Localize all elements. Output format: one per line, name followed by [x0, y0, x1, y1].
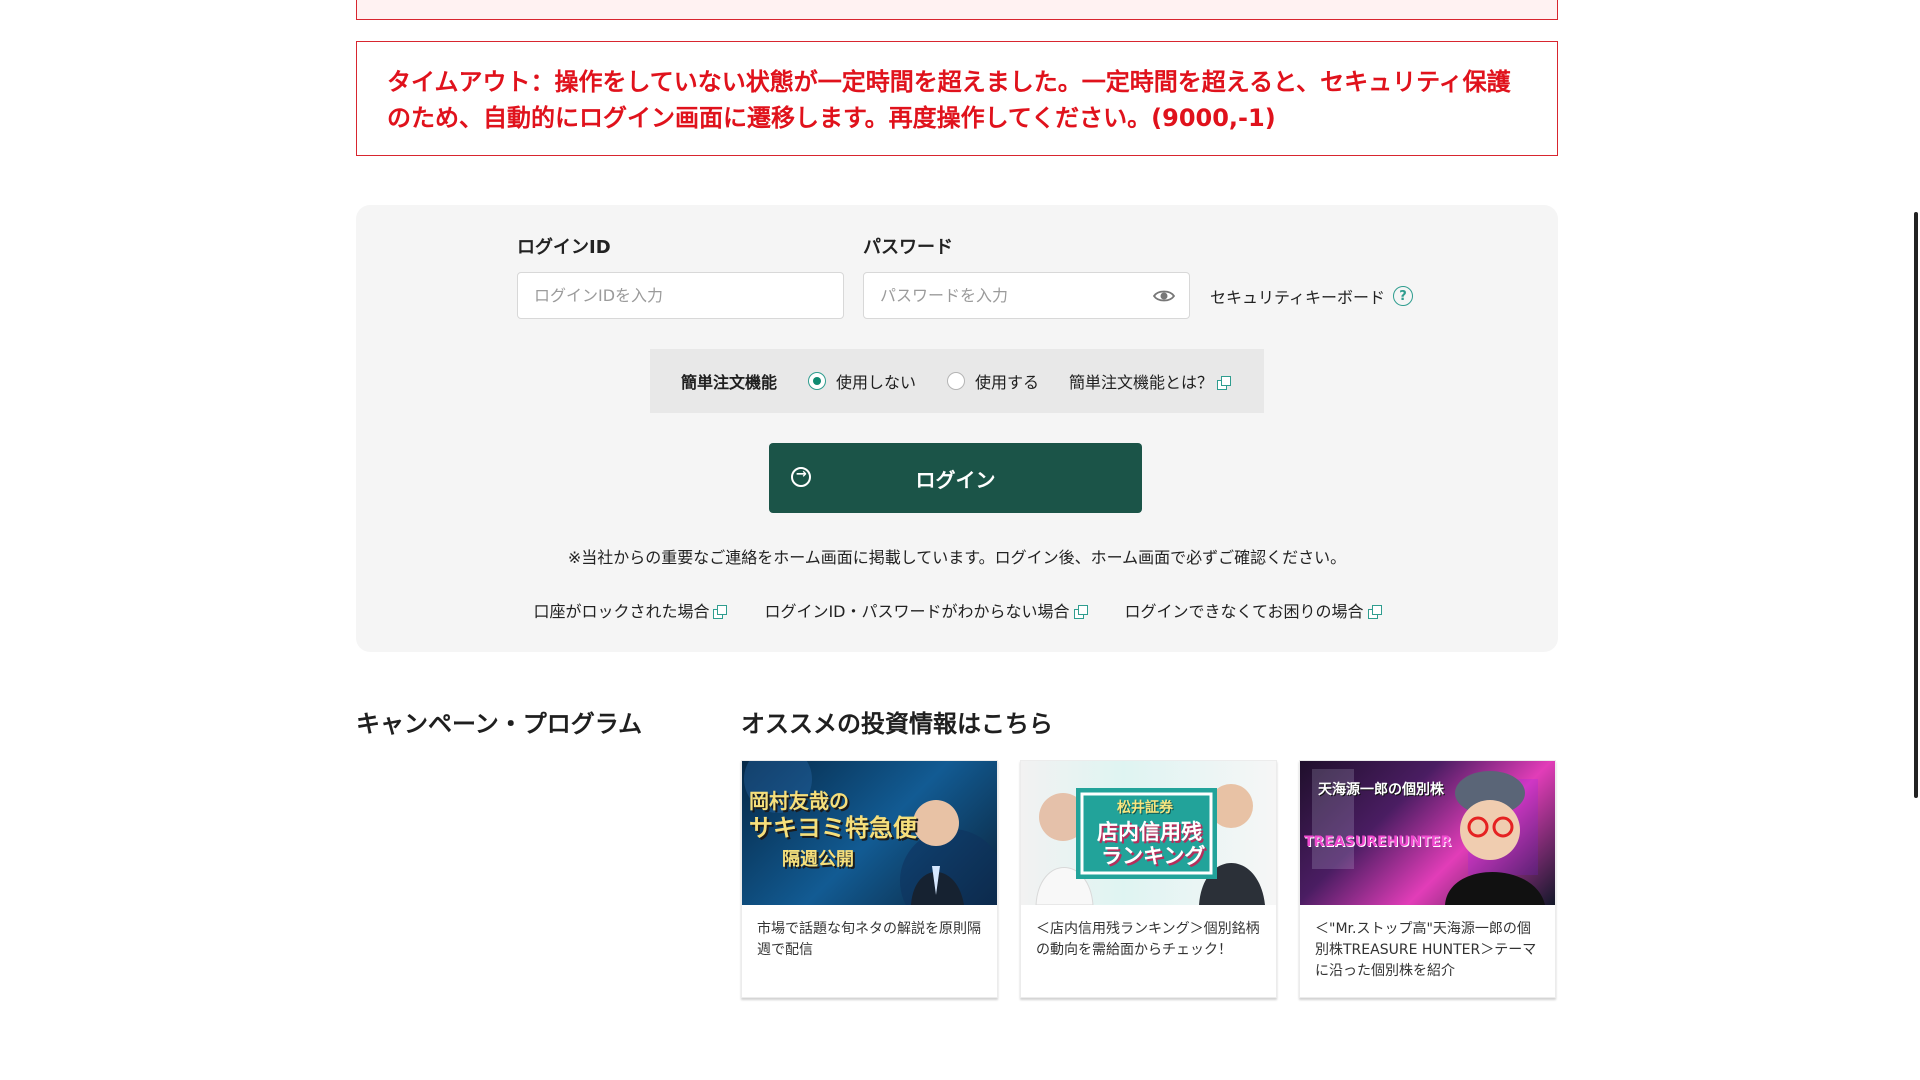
promo-banner-title-1: 天海源一郎の個別株 — [1318, 782, 1444, 798]
timeout-error-message: タイムアウト：操作をしていない状態が一定時間を超えました。一定時間を超えると、セ… — [356, 41, 1558, 156]
help-link-login-trouble[interactable]: ログインできなくてお困りの場合 — [1125, 598, 1382, 622]
recommendation-card-text: ＜店内信用残ランキング＞個別銘柄の動向を需給面からチェック！ — [1036, 921, 1260, 958]
promo-banner-title-2: TREASUREHUNTER — [1304, 834, 1452, 850]
radio-option-use[interactable]: 使用する — [947, 369, 1039, 393]
login-button[interactable]: ログイン — [769, 443, 1142, 513]
recommendation-card-text: ＜"Mr.ストップ高"天海源一郎の個別株TREASURE HUNTER＞テーマに… — [1315, 921, 1537, 979]
radio-button-use[interactable] — [947, 372, 966, 390]
security-keyboard-link[interactable]: セキュリティキーボード ? — [1210, 284, 1414, 308]
simple-order-label: 簡単注文機能 — [681, 373, 778, 392]
recommendations-section-title: オススメの投資情報はこちら — [741, 710, 1053, 738]
recommendation-card[interactable]: 天海源一郎の個別株 TREASUREHUNTER ＜"Mr.ストップ高"天海源一… — [1299, 760, 1556, 998]
simple-order-about-link[interactable]: 簡単注文機能とは？ — [1069, 369, 1232, 393]
radio-option-not-use[interactable]: 使用しない — [808, 369, 916, 393]
scrollbar-thumb[interactable] — [1914, 212, 1918, 798]
external-link-icon — [1217, 376, 1232, 390]
campaign-section-title: キャンペーン・プログラム — [356, 710, 643, 738]
external-link-icon — [1367, 605, 1382, 619]
recommendation-card[interactable]: 岡村友哉の サキヨミ特急便 隔週公開 市場で話題な旬ネタの解説を原則隔週で配信 — [741, 760, 998, 998]
promo-banner-subtitle: 隔週公開 — [782, 849, 854, 870]
simple-order-settings: 簡単注文機能 使用しない 使用する 簡単注文機能とは？ — [650, 349, 1264, 413]
simple-order-about-label: 簡単注文機能とは？ — [1069, 373, 1214, 392]
radio-label-use: 使用する — [975, 373, 1040, 392]
promo-banner-title-2: 店内信用残 — [1097, 820, 1202, 844]
help-icon[interactable]: ? — [1393, 286, 1414, 306]
password-input[interactable] — [863, 272, 1190, 319]
radio-label-not-use: 使用しない — [836, 373, 917, 392]
recommendation-card-image: 天海源一郎の個別株 TREASUREHUNTER — [1300, 761, 1555, 905]
login-id-label: ログインID — [517, 237, 611, 258]
login-panel: ログインID パスワード セキュリティキーボード ? 簡単注文機能 使用しない … — [356, 205, 1558, 652]
login-icon — [791, 467, 811, 487]
login-button-label: ログイン — [915, 467, 996, 492]
recommendation-card[interactable]: 松井証券 店内信用残 ランキング ＜店内信用残ランキング＞個別銘柄の動向を需給面… — [1020, 760, 1277, 998]
eye-icon[interactable] — [1153, 289, 1175, 303]
radio-button-not-use[interactable] — [808, 372, 827, 390]
recommendation-card-image: 松井証券 店内信用残 ランキング — [1021, 761, 1276, 905]
help-links: 口座がロックされた場合 ログインID・パスワードがわからない場合 ログインできな… — [356, 598, 1558, 622]
login-id-input[interactable] — [517, 272, 844, 319]
important-notice: ※当社からの重要なご連絡をホーム画面に掲載しています。ログイン後、ホーム画面で必… — [567, 548, 1347, 567]
recommendation-card-text: 市場で話題な旬ネタの解説を原則隔週で配信 — [757, 921, 981, 958]
promo-banner-title-2: サキヨミ特急便 — [749, 814, 917, 842]
security-keyboard-label: セキュリティキーボード — [1210, 288, 1386, 307]
help-link-forgot-credentials[interactable]: ログインID・パスワードがわからない場合 — [764, 598, 1088, 622]
promo-banner-title-1: 岡村友哉の — [749, 789, 849, 813]
recommendation-card-image: 岡村友哉の サキヨミ特急便 隔週公開 — [742, 761, 997, 905]
promo-banner-title-1: 松井証券 — [1117, 800, 1173, 816]
password-label: パスワード — [863, 237, 953, 258]
help-link-account-locked[interactable]: 口座がロックされた場合 — [533, 598, 728, 622]
external-link-icon — [1073, 605, 1088, 619]
promo-banner-subtitle: ランキング — [1101, 844, 1206, 868]
login-page: タイムアウト：操作をしていない状態が一定時間を超えました。一定時間を超えると、セ… — [0, 0, 1920, 1080]
previous-error-box — [356, 0, 1558, 20]
external-link-icon — [713, 605, 728, 619]
